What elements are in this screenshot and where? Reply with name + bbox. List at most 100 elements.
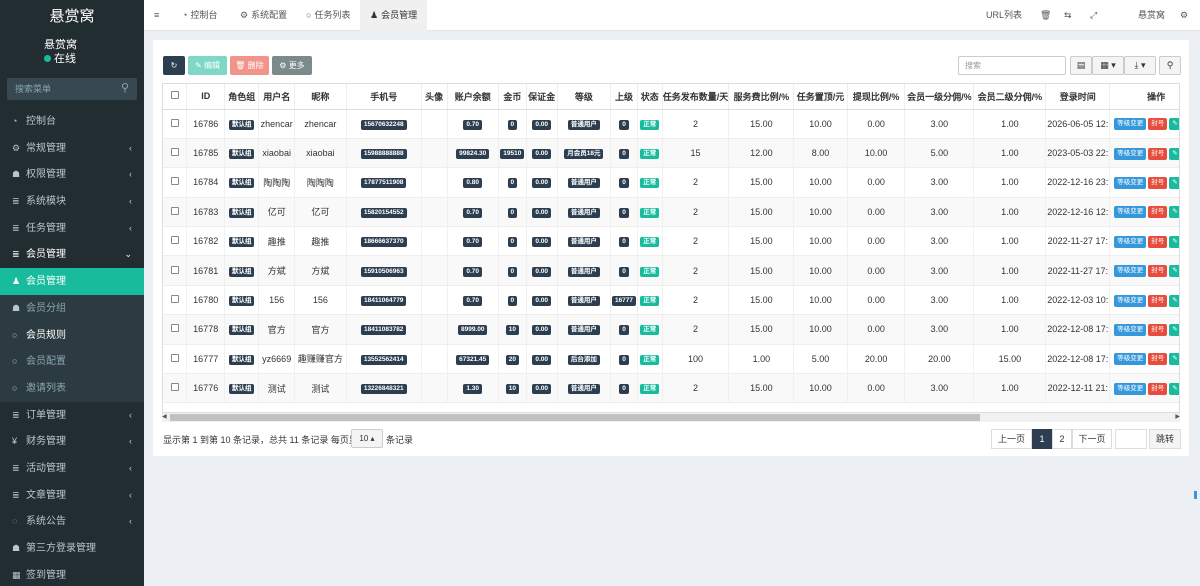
change-level-button[interactable]: 等级变更: [1114, 323, 1147, 336]
sidebar-item-2[interactable]: ☗ 权限管理 ‹: [0, 161, 144, 188]
column-header[interactable]: 提现比例/%: [847, 84, 906, 110]
ban-button[interactable]: 封号: [1148, 382, 1168, 395]
row-checkbox[interactable]: [170, 177, 179, 186]
column-header[interactable]: 等级: [557, 84, 612, 110]
prev-page-button[interactable]: 上一页: [991, 429, 1032, 449]
toggle-view-button[interactable]: ▤: [1070, 56, 1092, 75]
columns-button[interactable]: ▦ ▾: [1092, 56, 1124, 75]
export-button[interactable]: ⤓ ▾: [1124, 56, 1156, 75]
table-row[interactable]: 16784 默认组 陶陶陶 陶陶陶 17877511908 0.80 0 0.00 普通用户 0 正…: [163, 167, 1179, 198]
row-checkbox[interactable]: [170, 353, 179, 362]
next-page-button[interactable]: 下一页: [1072, 429, 1112, 449]
scrollbar-thumb[interactable]: [170, 414, 980, 421]
fullscreen-icon[interactable]: ⤢: [1090, 0, 1097, 31]
row-checkbox[interactable]: [170, 148, 179, 157]
row-checkbox[interactable]: [170, 324, 179, 333]
page-size-select[interactable]: 10 ▴: [351, 429, 383, 448]
column-header[interactable]: 昵称: [294, 84, 347, 110]
logo[interactable]: 悬赏窝: [0, 0, 144, 34]
sidebar-item-5[interactable]: ≣ 会员管理 ⌄: [0, 241, 144, 268]
scroll-left-icon[interactable]: ◀: [162, 413, 167, 420]
edit-button[interactable]: ✎ 编辑: [188, 56, 227, 75]
site-name-link[interactable]: 悬赏窝: [1138, 0, 1165, 31]
sidebar-item-3[interactable]: ≣ 系统模块 ‹: [0, 188, 144, 215]
row-checkbox[interactable]: [170, 383, 179, 392]
row-checkbox[interactable]: [170, 206, 179, 215]
row-checkbox[interactable]: [170, 265, 179, 274]
sidebar-item-1[interactable]: ⚙ 常规管理 ‹: [0, 135, 144, 162]
ban-button[interactable]: 封号: [1148, 147, 1168, 160]
edit-row-icon[interactable]: ✎: [1169, 382, 1179, 395]
column-header[interactable]: 头像: [421, 84, 448, 110]
edit-row-icon[interactable]: ✎: [1169, 353, 1179, 366]
change-level-button[interactable]: 等级变更: [1114, 353, 1147, 366]
change-level-button[interactable]: 等级变更: [1114, 265, 1147, 278]
ban-button[interactable]: 封号: [1148, 265, 1168, 278]
table-row[interactable]: 16786 默认组 zhencar zhencar 15670632248 0.70 0 0.…: [163, 109, 1179, 139]
sidebar-item-7[interactable]: ☗ 会员分组: [0, 294, 144, 322]
sidebar-search-input[interactable]: [7, 78, 137, 100]
page-2-button[interactable]: 2: [1052, 429, 1072, 449]
column-header[interactable]: 会员二级分佣/%: [973, 84, 1047, 110]
row-checkbox[interactable]: [170, 295, 179, 304]
edit-row-icon[interactable]: ✎: [1169, 147, 1179, 160]
table-search-input[interactable]: 搜索: [958, 56, 1066, 75]
sidebar-item-6[interactable]: ♟ 会员管理: [0, 268, 144, 295]
column-header[interactable]: 手机号: [346, 84, 422, 110]
table-row[interactable]: 16776 默认组 测试 测试 13226848321 1.30 10 0.00 普通用户 0 正常…: [163, 373, 1179, 404]
sidebar-item-12[interactable]: ¥ 财务管理 ‹: [0, 428, 144, 455]
sidebar-item-16[interactable]: ☗ 第三方登录管理: [0, 535, 144, 562]
ban-button[interactable]: 封号: [1148, 118, 1168, 131]
ban-button[interactable]: 封号: [1148, 294, 1168, 307]
language-icon[interactable]: ⇆: [1064, 0, 1072, 31]
table-row[interactable]: 16781 默认组 方斌 方斌 15910506963 0.70 0 0.00 普通用户 0 正常 2…: [163, 255, 1179, 286]
column-header[interactable]: 登录时间: [1045, 84, 1111, 110]
edit-row-icon[interactable]: ✎: [1169, 323, 1179, 336]
more-button[interactable]: ⚙ 更多: [272, 56, 312, 75]
edit-row-icon[interactable]: ✎: [1169, 118, 1179, 131]
ban-button[interactable]: 封号: [1148, 206, 1168, 219]
column-header[interactable]: 上级: [610, 84, 638, 110]
change-level-button[interactable]: 等级变更: [1114, 235, 1147, 248]
sidebar-item-0[interactable]: ◔ 控制台: [0, 108, 144, 135]
sidebar-item-13[interactable]: ≣ 活动管理 ‹: [0, 455, 144, 482]
jump-button[interactable]: 跳转: [1149, 429, 1181, 449]
sidebar-item-4[interactable]: ≣ 任务管理 ‹: [0, 215, 144, 242]
column-header[interactable]: 会员一级分佣/%: [904, 84, 975, 110]
menu-toggle-icon[interactable]: ≡: [154, 0, 159, 31]
sidebar-item-15[interactable]: ◌ 系统公告 ‹: [0, 508, 144, 535]
column-header[interactable]: 任务置顶/元: [793, 84, 848, 110]
column-header[interactable]: ID: [186, 84, 226, 110]
column-header[interactable]: 服务费比例/%: [728, 84, 795, 110]
settings-icon[interactable]: ⚙: [1180, 0, 1188, 31]
column-header[interactable]: 操作: [1109, 84, 1179, 110]
delete-button[interactable]: 🗑 删除: [230, 56, 269, 75]
table-row[interactable]: 16782 默认组 趣推 趣推 18666637370 0.70 0 0.00 普通用户 0 正常 2…: [163, 226, 1179, 257]
edit-row-icon[interactable]: ✎: [1169, 294, 1179, 307]
select-all-checkbox[interactable]: [170, 91, 179, 100]
page-1-button[interactable]: 1: [1032, 429, 1052, 449]
sidebar-item-11[interactable]: ≣ 订单管理 ‹: [0, 402, 144, 429]
change-level-button[interactable]: 等级变更: [1114, 118, 1147, 131]
jump-page-input[interactable]: [1115, 429, 1147, 449]
table-row[interactable]: 16783 默认组 亿可 亿可 15820154552 0.70 0 0.00 普通用户 0 正常 2…: [163, 197, 1179, 228]
column-header[interactable]: 角色组: [224, 84, 260, 110]
change-level-button[interactable]: 等级变更: [1114, 294, 1147, 307]
column-header[interactable]: 金币: [498, 84, 527, 110]
row-checkbox[interactable]: [170, 118, 179, 127]
ban-button[interactable]: 封号: [1148, 235, 1168, 248]
sidebar-item-8[interactable]: ○ 会员规则: [0, 321, 144, 349]
table-row[interactable]: 16778 默认组 官方 官方 18411083782 8999.00 10 0.00 普通用户…: [163, 314, 1179, 345]
change-level-button[interactable]: 等级变更: [1114, 176, 1147, 189]
column-header[interactable]: 任务发布数量/天: [662, 84, 730, 110]
tab-dashboard[interactable]: ◔ 控制台: [174, 0, 225, 31]
change-level-button[interactable]: 等级变更: [1114, 147, 1147, 160]
trash-icon[interactable]: 🗑: [1040, 0, 1051, 31]
tab-task-list[interactable]: ○ 任务列表: [298, 0, 358, 31]
table-row[interactable]: 16785 默认组 xiaobai xiaobai 15988888888 99824.3…: [163, 138, 1179, 169]
change-level-button[interactable]: 等级变更: [1114, 206, 1147, 219]
column-header[interactable]: 账户余额: [447, 84, 499, 110]
column-header[interactable]: 用户名: [258, 84, 296, 110]
search-icon[interactable]: ⚲: [1159, 56, 1181, 75]
column-header[interactable]: 保证金: [526, 84, 558, 110]
